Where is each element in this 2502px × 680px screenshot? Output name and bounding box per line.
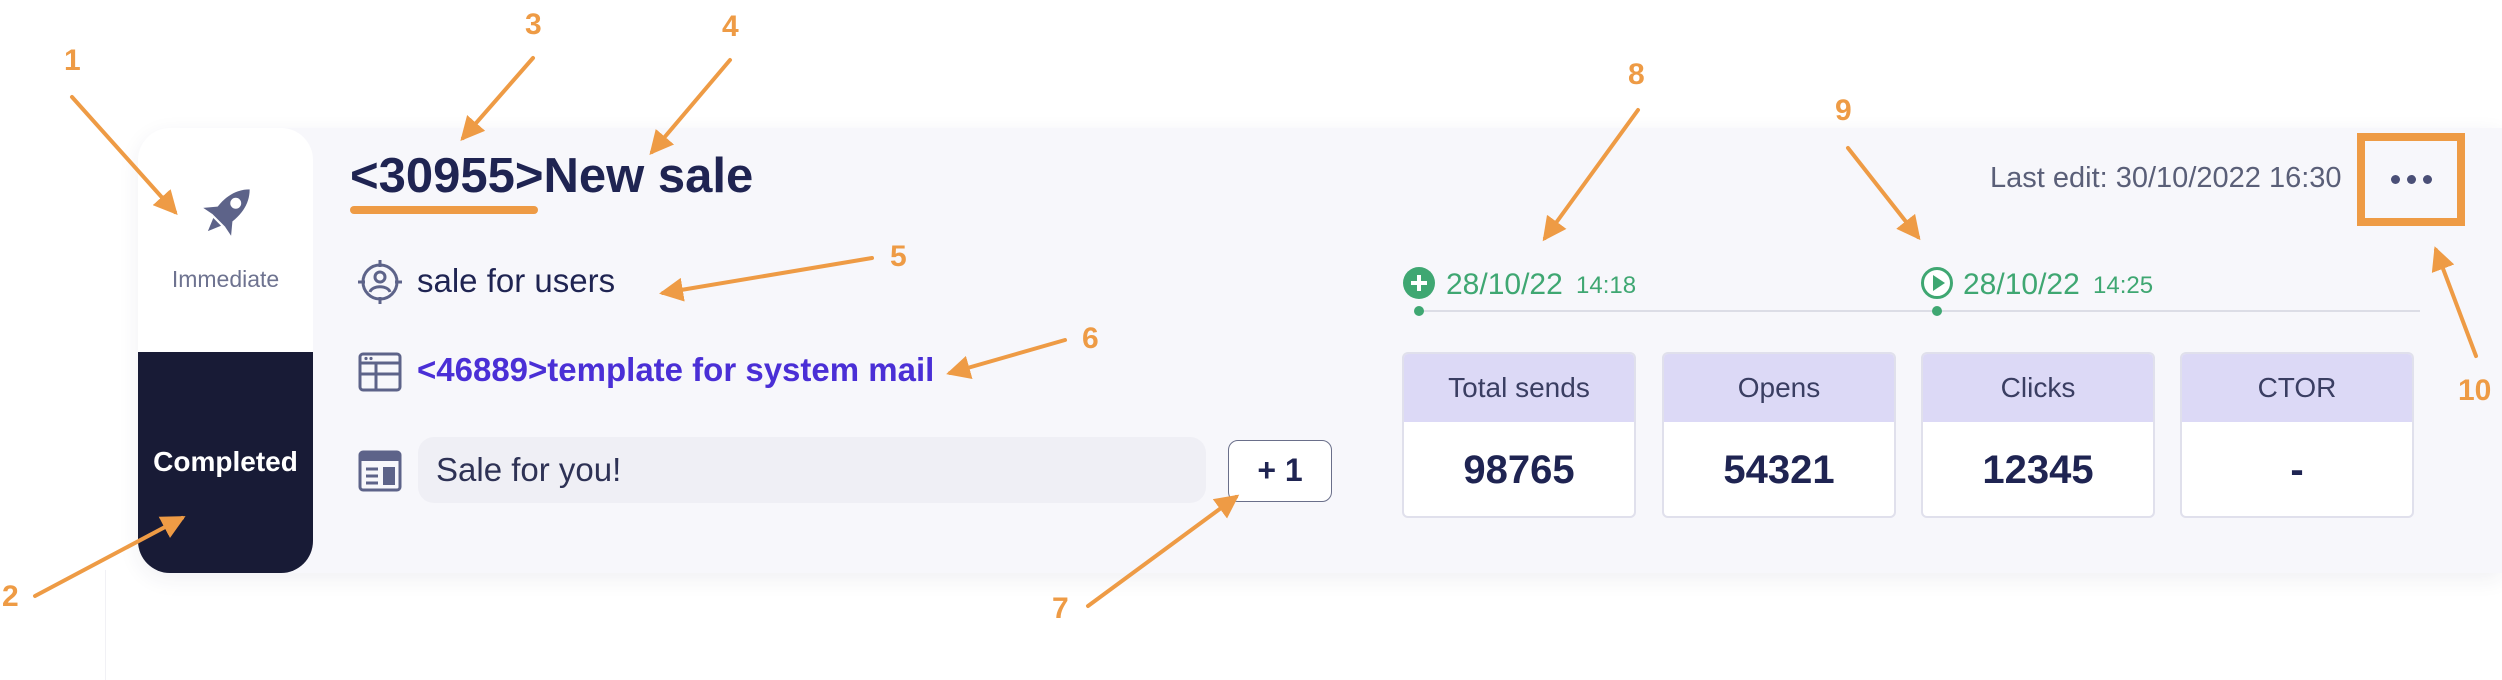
annotation-label-7: 7 bbox=[1052, 592, 1069, 625]
annotation-arrows bbox=[33, 56, 2478, 608]
annotation-label-1: 1 bbox=[64, 44, 81, 77]
annotation-label-4: 4 bbox=[722, 10, 739, 43]
annotation-label-3: 3 bbox=[525, 8, 542, 41]
annotation-label-8: 8 bbox=[1628, 58, 1645, 91]
annotation-label-6: 6 bbox=[1082, 322, 1099, 355]
annotation-label-5: 5 bbox=[890, 240, 907, 273]
annotation-label-10: 10 bbox=[2458, 374, 2492, 407]
annotation-label-9: 9 bbox=[1835, 94, 1852, 127]
annotation-label-2: 2 bbox=[2, 580, 19, 613]
